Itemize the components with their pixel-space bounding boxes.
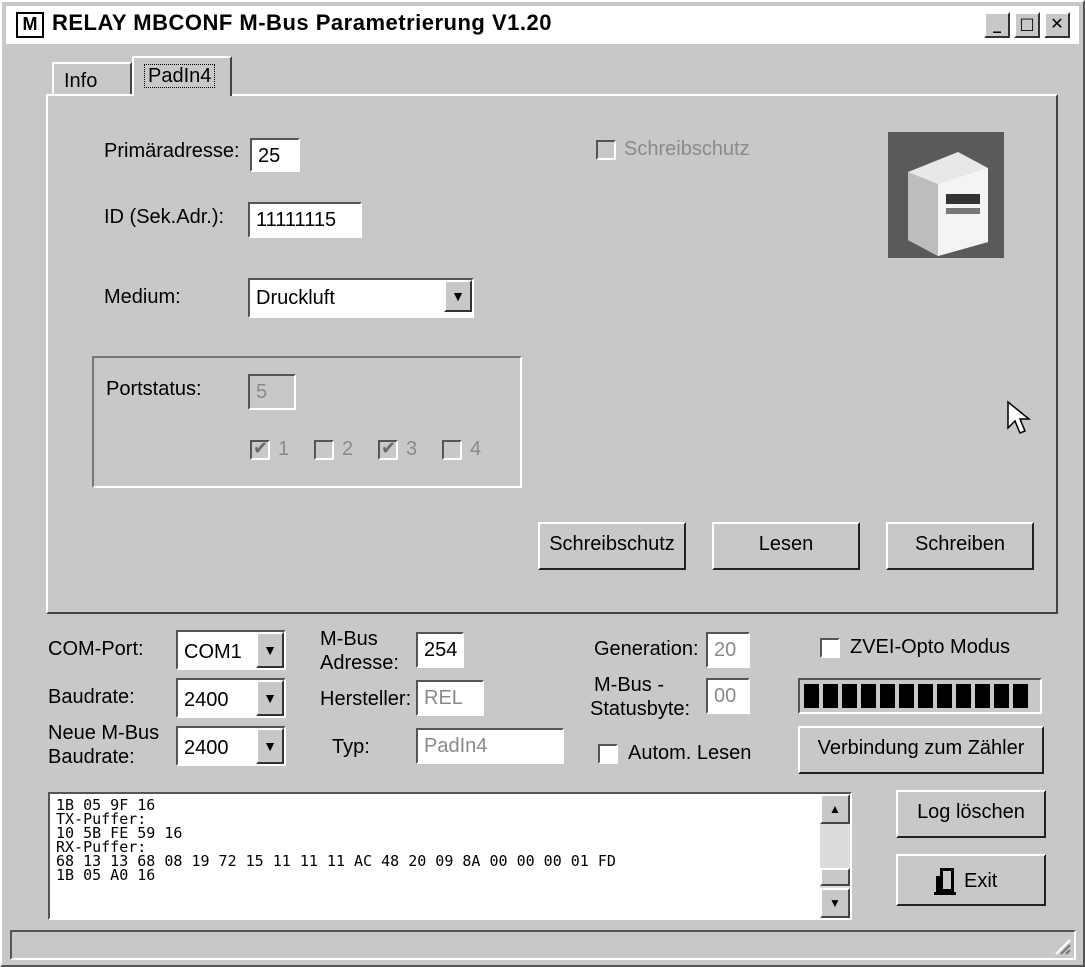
app-logo-icon: M <box>16 12 44 38</box>
tab-padin4-label: PadIn4 <box>144 64 216 88</box>
autom-lesen-checkbox[interactable] <box>598 744 618 764</box>
minimize-button[interactable]: _ <box>984 12 1010 38</box>
lesen-button[interactable]: Lesen <box>712 522 860 570</box>
baudrate-select[interactable]: 2400 ▼ <box>176 678 286 718</box>
new-baud-value: 2400 <box>184 737 229 759</box>
title-bar[interactable]: M RELAY MBCONF M-Bus Parametrierung V1.2… <box>6 6 1079 44</box>
progress-block <box>842 684 857 708</box>
generation-label: Generation: <box>594 638 699 660</box>
chevron-down-icon[interactable]: ▼ <box>444 280 472 312</box>
port-1-label: 1 <box>278 438 290 460</box>
port-4-checkbox <box>442 440 462 460</box>
progress-block <box>937 684 952 708</box>
com-port-value: COM1 <box>184 641 242 663</box>
zvei-opto-label: ZVEI-Opto Modus <box>850 636 1011 658</box>
progress-block <box>823 684 838 708</box>
portstatus-input: 5 <box>248 374 296 410</box>
progress-block <box>1013 684 1028 708</box>
resize-grip-icon[interactable] <box>1052 936 1072 956</box>
mouse-pointer-icon <box>1007 400 1032 434</box>
zvei-opto-checkbox[interactable] <box>820 638 840 658</box>
tab-panel: Primäradresse: 25 ID (Sek.Adr.): 1111111… <box>46 94 1058 614</box>
autom-lesen-label: Autom. Lesen <box>628 742 752 764</box>
new-baud-label-1: Neue M-Bus <box>48 722 160 744</box>
log-line: 1B 05 A0 16 <box>56 866 156 884</box>
scroll-down-icon[interactable]: ▼ <box>820 888 850 918</box>
primary-address-input[interactable]: 25 <box>250 138 300 172</box>
mbus-address-label-2: Adresse: <box>320 652 399 674</box>
hersteller-label: Hersteller: <box>320 688 412 710</box>
main-window: M RELAY MBCONF M-Bus Parametrierung V1.2… <box>0 0 1085 967</box>
portstatus-label: Portstatus: <box>106 378 202 400</box>
progress-block <box>880 684 895 708</box>
window-title: RELAY MBCONF M-Bus Parametrierung V1.20 <box>52 10 552 35</box>
portstatus-group: Portstatus: 5 ✔ 1 2 ✔ 3 4 <box>92 356 522 488</box>
device-image <box>888 132 1004 258</box>
exit-label: Exit <box>964 870 998 892</box>
close-button[interactable]: ✕ <box>1044 12 1070 38</box>
write-protect-checkbox[interactable] <box>596 140 616 160</box>
medium-select[interactable]: Druckluft ▼ <box>248 278 474 318</box>
generation-input: 20 <box>706 632 750 668</box>
statusbyte-input: 00 <box>706 678 750 714</box>
progress-block <box>804 684 819 708</box>
com-port-select[interactable]: COM1 ▼ <box>176 630 286 670</box>
progress-block <box>861 684 876 708</box>
exit-button[interactable]: Exit <box>896 854 1046 906</box>
port-3-checkbox: ✔ <box>378 438 398 460</box>
typ-input: PadIn4 <box>416 728 564 764</box>
com-port-label: COM-Port: <box>48 638 144 660</box>
mbus-address-input[interactable]: 254 <box>416 632 464 668</box>
port-2-label: 2 <box>342 438 354 460</box>
relay-module-icon <box>888 132 1004 258</box>
statusbyte-label-2: Statusbyte: <box>590 698 691 720</box>
statusbyte-label-1: M-Bus - <box>594 674 664 696</box>
chevron-down-icon[interactable]: ▼ <box>256 680 284 716</box>
tab-padin4[interactable]: PadIn4 <box>132 56 232 96</box>
port-1-checkbox: ✔ <box>250 438 270 460</box>
port-3-label: 3 <box>406 438 418 460</box>
clear-log-button[interactable]: Log löschen <box>896 790 1046 838</box>
chevron-down-icon[interactable]: ▼ <box>256 632 284 668</box>
scroll-up-icon[interactable]: ▲ <box>820 794 850 824</box>
connection-progress-bar <box>798 678 1042 714</box>
hersteller-input: REL <box>416 680 484 716</box>
baudrate-value: 2400 <box>184 689 229 711</box>
progress-block <box>918 684 933 708</box>
tab-info-label: Info <box>64 70 98 92</box>
medium-label: Medium: <box>104 286 181 308</box>
progress-block <box>899 684 914 708</box>
mbus-address-label-1: M-Bus <box>320 628 378 650</box>
maximize-button[interactable]: □ <box>1014 12 1040 38</box>
tab-info[interactable]: Info <box>52 62 132 94</box>
log-area[interactable]: 1B 05 9F 16 TX-Puffer: 10 5B FE 59 16 RX-Pu… <box>48 792 852 920</box>
id-input[interactable]: 11111115 <box>248 202 362 238</box>
id-label: ID (Sek.Adr.): <box>104 206 225 228</box>
typ-label: Typ: <box>332 736 370 758</box>
connect-meter-button[interactable]: Verbindung zum Zähler <box>798 726 1044 774</box>
exit-door-icon <box>934 868 956 895</box>
status-bar <box>10 930 1076 960</box>
new-baud-select[interactable]: 2400 ▼ <box>176 726 286 766</box>
write-protect-label: Schreibschutz <box>624 138 750 160</box>
progress-block <box>956 684 971 708</box>
chevron-down-icon[interactable]: ▼ <box>256 728 284 764</box>
schreibschutz-button[interactable]: Schreibschutz <box>538 522 686 570</box>
primary-address-label: Primäradresse: <box>104 140 240 162</box>
baudrate-label: Baudrate: <box>48 686 135 708</box>
new-baud-label-2: Baudrate: <box>48 746 135 768</box>
port-2-checkbox <box>314 440 334 460</box>
progress-block <box>975 684 990 708</box>
progress-block <box>994 684 1009 708</box>
schreiben-button[interactable]: Schreiben <box>886 522 1034 570</box>
scroll-thumb[interactable] <box>820 868 850 886</box>
log-scrollbar[interactable]: ▲ ▼ <box>820 794 850 918</box>
log-text: 1B 05 9F 16 TX-Puffer: 10 5B FE 59 16 RX-Pu… <box>56 798 616 884</box>
medium-value: Druckluft <box>256 287 335 309</box>
port-4-label: 4 <box>470 438 482 460</box>
